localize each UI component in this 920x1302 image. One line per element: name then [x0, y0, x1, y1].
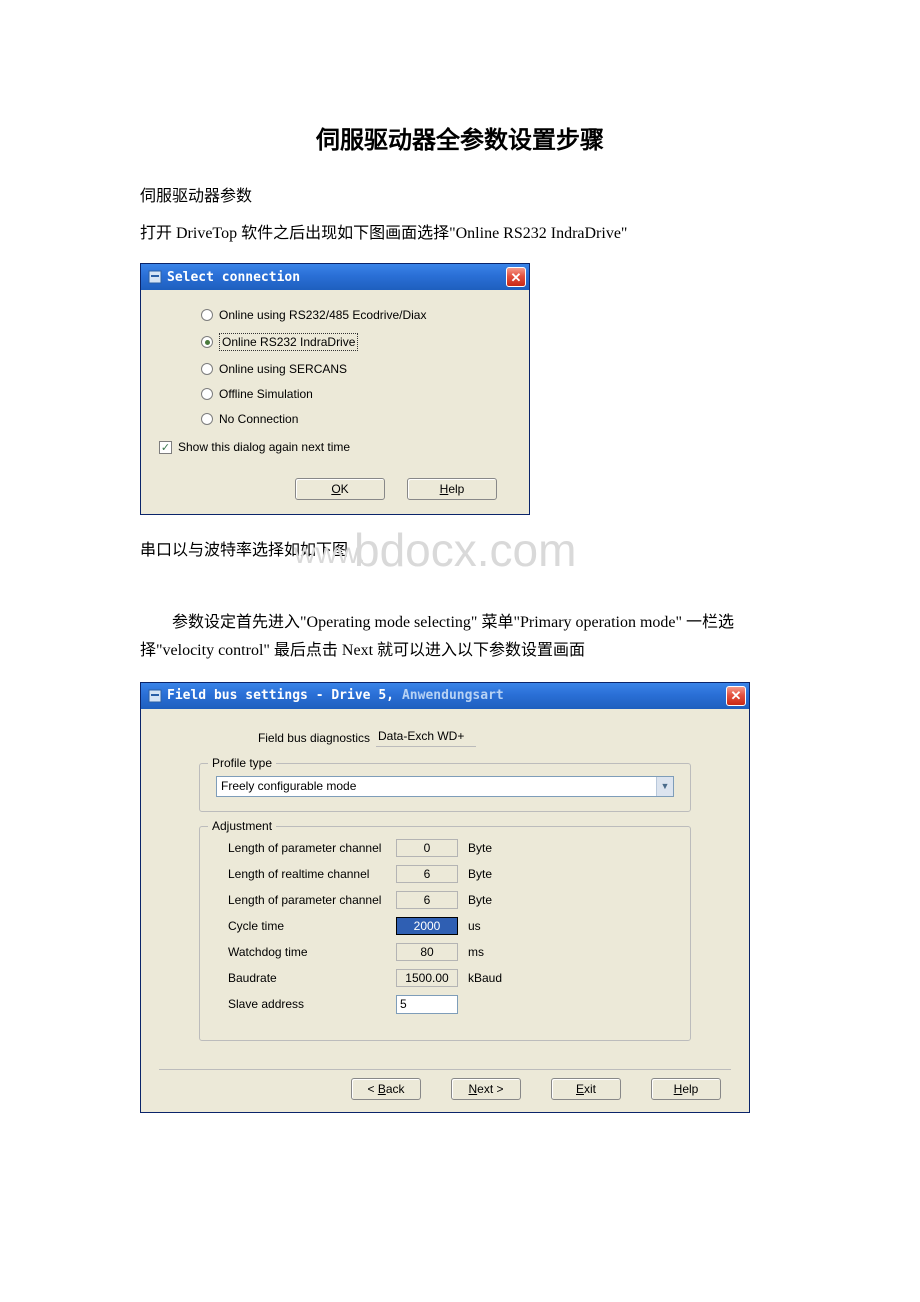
field-unit: ms — [468, 945, 518, 959]
field-label: Slave address — [216, 997, 396, 1011]
titlebar: Field bus settings - Drive 5, Anwendungs… — [141, 683, 749, 709]
field-unit: us — [468, 919, 518, 933]
field-label: Length of realtime channel — [216, 867, 396, 881]
radio-icon — [201, 309, 213, 321]
exit-button[interactable]: Exit — [551, 1078, 621, 1100]
connection-radio-group: Online using RS232/485 Ecodrive/Diax Onl… — [153, 308, 517, 426]
back-button[interactable]: < Back — [351, 1078, 421, 1100]
field-label: Cycle time — [216, 919, 396, 933]
adjustment-group: Adjustment Length of parameter channel 0… — [199, 826, 691, 1041]
field-unit: Byte — [468, 841, 518, 855]
field-value: 0 — [396, 839, 458, 857]
field-value: 1500.00 — [396, 969, 458, 987]
checkbox-icon: ✓ — [159, 441, 172, 454]
row-param-channel-2: Length of parameter channel 6 Byte — [216, 891, 674, 909]
checkbox-label: Show this dialog again next time — [178, 440, 350, 454]
app-icon — [147, 269, 163, 285]
paragraph-2: 打开 DriveTop 软件之后出现如下图画面选择"Online RS232 I… — [140, 220, 780, 247]
radio-noconn[interactable]: No Connection — [201, 412, 517, 426]
close-button[interactable]: ✕ — [726, 686, 746, 706]
select-connection-dialog: Select connection ✕ Online using RS232/4… — [140, 263, 530, 515]
radio-icon — [201, 363, 213, 375]
ok-button[interactable]: OK — [295, 478, 385, 500]
radio-ecodrive[interactable]: Online using RS232/485 Ecodrive/Diax — [201, 308, 517, 322]
radio-label: Online using RS232/485 Ecodrive/Diax — [219, 308, 426, 322]
radio-icon — [201, 336, 213, 348]
profile-legend: Profile type — [208, 756, 276, 770]
radio-label: Offline Simulation — [219, 387, 313, 401]
page-title: 伺服驱动器全参数设置步骤 — [140, 120, 780, 155]
fieldbus-settings-dialog: Field bus settings - Drive 5, Anwendungs… — [140, 682, 750, 1113]
radio-label: Online RS232 IndraDrive — [219, 333, 358, 351]
next-button[interactable]: Next > — [451, 1078, 521, 1100]
radio-icon — [201, 413, 213, 425]
field-unit: Byte — [468, 867, 518, 881]
row-baudrate: Baudrate 1500.00 kBaud — [216, 969, 674, 987]
field-label: Baudrate — [216, 971, 396, 985]
field-value: 80 — [396, 943, 458, 961]
radio-label: Online using SERCANS — [219, 362, 347, 376]
radio-label: No Connection — [219, 412, 298, 426]
help-button[interactable]: Help — [407, 478, 497, 500]
row-param-channel-1: Length of parameter channel 0 Byte — [216, 839, 674, 857]
radio-offline[interactable]: Offline Simulation — [201, 387, 517, 401]
field-value: 6 — [396, 865, 458, 883]
row-watchdog-time: Watchdog time 80 ms — [216, 943, 674, 961]
chevron-down-icon: ▼ — [656, 777, 673, 796]
field-label: Watchdog time — [216, 945, 396, 959]
paragraph-3: 参数设定首先进入"Operating mode selecting" 菜单"Pr… — [140, 609, 780, 663]
help-button[interactable]: Help — [651, 1078, 721, 1100]
row-realtime-channel: Length of realtime channel 6 Byte — [216, 865, 674, 883]
field-value[interactable]: 2000 — [396, 917, 458, 935]
close-button[interactable]: ✕ — [506, 267, 526, 287]
dropdown-value: Freely configurable mode — [221, 779, 356, 793]
profile-type-group: Profile type Freely configurable mode ▼ — [199, 763, 691, 812]
field-value: 6 — [396, 891, 458, 909]
adjustment-legend: Adjustment — [208, 819, 276, 833]
paragraph-1: 伺服驱动器参数 — [140, 183, 780, 210]
slave-address-input[interactable]: 5 — [396, 995, 458, 1014]
titlebar: Select connection ✕ — [141, 264, 529, 290]
field-unit: Byte — [468, 893, 518, 907]
row-slave-address: Slave address 5 — [216, 995, 674, 1014]
watermark-text: bdocx.com — [354, 523, 576, 577]
watermark-www: www. — [294, 537, 366, 571]
radio-indradrive[interactable]: Online RS232 IndraDrive — [201, 333, 517, 351]
app-icon — [147, 688, 163, 704]
radio-icon — [201, 388, 213, 400]
show-dialog-checkbox[interactable]: ✓ Show this dialog again next time — [159, 440, 517, 454]
dialog-title: Select connection — [167, 270, 300, 285]
diag-label: Field bus diagnostics — [215, 731, 370, 745]
radio-sercans[interactable]: Online using SERCANS — [201, 362, 517, 376]
dialog2-title1: Field bus settings - Drive 5, — [167, 688, 394, 703]
profile-type-dropdown[interactable]: Freely configurable mode ▼ — [216, 776, 674, 797]
row-cycle-time: Cycle time 2000 us — [216, 917, 674, 935]
field-unit: kBaud — [468, 971, 518, 985]
diag-value: Data-Exch WD+ — [376, 729, 476, 747]
field-label: Length of parameter channel — [216, 841, 396, 855]
dialog2-title2: Anwendungsart — [402, 688, 504, 703]
field-label: Length of parameter channel — [216, 893, 396, 907]
